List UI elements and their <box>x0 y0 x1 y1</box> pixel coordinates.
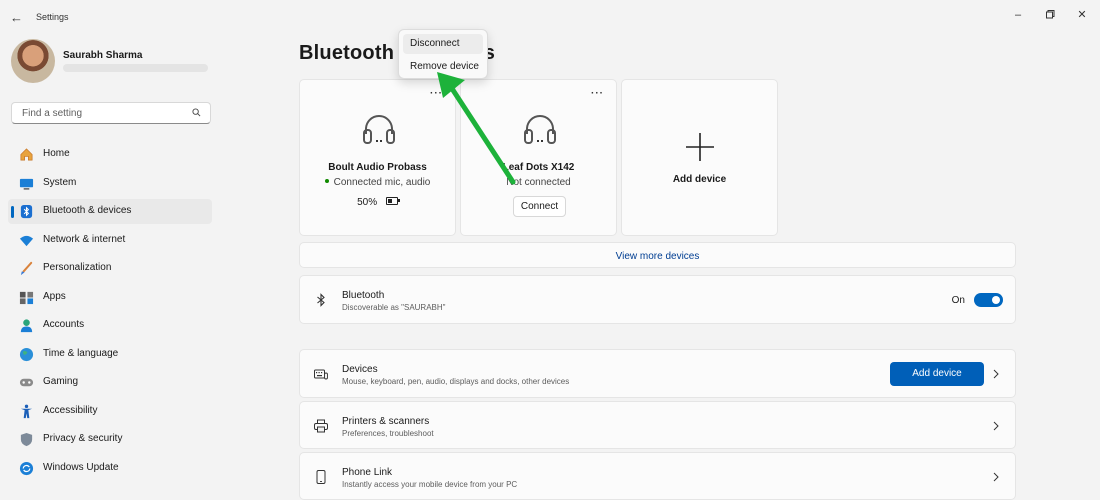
battery-row: 50% <box>300 197 455 208</box>
sidebar-item-label: Windows Update <box>43 462 119 473</box>
printer-icon <box>314 419 328 433</box>
sidebar-item-label: Time & language <box>43 348 119 359</box>
close-icon[interactable]: ✕ <box>1067 6 1097 24</box>
minimize-icon[interactable]: – <box>1003 6 1033 24</box>
view-more-devices-button[interactable]: View more devices <box>299 242 1016 268</box>
back-arrow-icon[interactable]: ← <box>10 10 26 26</box>
search-box[interactable] <box>11 102 211 124</box>
view-more-label: View more devices <box>615 251 700 262</box>
sidebar-item-apps[interactable]: Apps <box>8 285 212 310</box>
devices-subtitle: Mouse, keyboard, pen, audio, displays an… <box>342 377 570 386</box>
avatar[interactable] <box>11 39 55 83</box>
search-input[interactable] <box>20 107 189 120</box>
chevron-right-icon[interactable] <box>993 421 999 431</box>
sidebar-item-label: Personalization <box>43 262 112 273</box>
bluetooth-row[interactable]: Bluetooth Discoverable as "SAURABH" On <box>299 275 1016 324</box>
sidebar-item-label: Apps <box>43 291 66 302</box>
bluetooth-subtitle: Discoverable as "SAURABH" <box>342 303 446 312</box>
system-icon <box>19 178 34 190</box>
phone-link-subtitle: Instantly access your mobile device from… <box>342 480 518 489</box>
shield-icon <box>20 432 33 447</box>
toggle-knob <box>992 296 1000 304</box>
device-name: Boult Audio Probass <box>328 162 427 173</box>
connect-button[interactable]: Connect <box>513 196 566 217</box>
chevron-right-icon[interactable] <box>993 369 999 379</box>
phone-link-row[interactable]: Phone Link Instantly access your mobile … <box>299 452 1016 500</box>
menu-item-remove-device[interactable]: Remove device <box>403 57 483 77</box>
account-icon <box>20 319 33 333</box>
phone-icon <box>316 470 326 484</box>
bluetooth-toggle[interactable] <box>974 293 1003 307</box>
sidebar-item-label: Accounts <box>43 319 85 330</box>
sidebar-item-accessibility[interactable]: Accessibility <box>8 399 212 424</box>
device-context-menu: Disconnect Remove device <box>398 29 488 79</box>
window-title: Settings <box>36 12 69 22</box>
printers-subtitle: Preferences, troubleshoot <box>342 429 434 438</box>
add-device-card[interactable]: Add device <box>621 79 778 236</box>
sidebar-item-network[interactable]: Network & internet <box>8 228 212 253</box>
sidebar-item-label: Accessibility <box>43 405 98 416</box>
sidebar-item-label: System <box>43 177 77 188</box>
profile-name: Saurabh Sharma <box>63 50 143 61</box>
device-status: Connected mic, audio <box>300 177 455 188</box>
device-name: Leaf Dots X142 <box>502 162 575 173</box>
sidebar-item-time-language[interactable]: Time & language <box>8 342 212 367</box>
gamepad-icon <box>19 378 34 387</box>
connected-dot-icon <box>324 179 329 183</box>
sidebar-item-personalization[interactable]: Personalization <box>8 256 212 281</box>
home-icon <box>20 148 33 161</box>
phone-link-title: Phone Link <box>342 467 393 478</box>
sidebar-item-label: Gaming <box>43 376 79 387</box>
printers-title: Printers & scanners <box>342 416 430 427</box>
bluetooth-icon <box>317 293 325 307</box>
more-options-icon[interactable]: ··· <box>430 88 443 99</box>
sidebar-item-windows-update[interactable]: Windows Update <box>8 456 212 481</box>
sidebar-item-label: Network & internet <box>43 234 126 245</box>
bluetooth-icon <box>20 204 33 219</box>
device-status-text: Connected mic, audio <box>333 177 431 188</box>
maximize-icon[interactable] <box>1035 6 1065 24</box>
sidebar-item-label: Home <box>43 148 70 159</box>
chevron-right-icon[interactable] <box>993 472 999 482</box>
search-icon <box>192 108 201 117</box>
devices-title: Devices <box>342 364 378 375</box>
sidebar-item-label: Bluetooth & devices <box>43 205 132 216</box>
more-options-icon[interactable]: ··· <box>591 88 604 99</box>
battery-percent: 50% <box>357 197 378 208</box>
devices-row[interactable]: Devices Mouse, keyboard, pen, audio, dis… <box>299 349 1016 398</box>
add-device-button[interactable]: Add device <box>890 362 984 386</box>
device-status: Not connected <box>506 177 571 188</box>
bluetooth-title: Bluetooth <box>342 290 385 301</box>
update-icon <box>19 461 34 476</box>
globe-icon <box>19 347 34 362</box>
profile-email-redacted <box>63 64 208 72</box>
plus-icon <box>686 133 714 161</box>
battery-fill <box>387 199 392 203</box>
toggle-state-label: On <box>951 295 965 306</box>
sidebar-item-gaming[interactable]: Gaming <box>8 370 212 395</box>
battery-icon <box>385 197 400 205</box>
sidebar-item-privacy[interactable]: Privacy & security <box>8 427 212 452</box>
accessibility-icon <box>20 404 33 419</box>
wifi-icon <box>19 235 34 247</box>
sidebar-item-bluetooth[interactable]: Bluetooth & devices <box>8 199 212 224</box>
sidebar-item-label: Privacy & security <box>43 433 123 444</box>
sidebar-item-system[interactable]: System <box>8 171 212 196</box>
add-device-label: Add device <box>672 174 727 185</box>
device-card[interactable]: ··· Leaf Dots X142 Not connected Connect <box>460 79 617 236</box>
headphones-icon <box>524 115 556 144</box>
apps-icon <box>19 291 34 305</box>
brush-icon <box>20 261 33 276</box>
headphones-icon <box>363 115 395 144</box>
menu-item-disconnect[interactable]: Disconnect <box>403 34 483 54</box>
sidebar-item-home[interactable]: Home <box>8 142 212 167</box>
printers-row[interactable]: Printers & scanners Preferences, trouble… <box>299 401 1016 449</box>
active-indicator <box>11 206 14 218</box>
sidebar-item-accounts[interactable]: Accounts <box>8 313 212 338</box>
device-card[interactable]: ··· Boult Audio Probass Connected mic, a… <box>299 79 456 236</box>
keyboard-mouse-icon <box>314 369 328 380</box>
